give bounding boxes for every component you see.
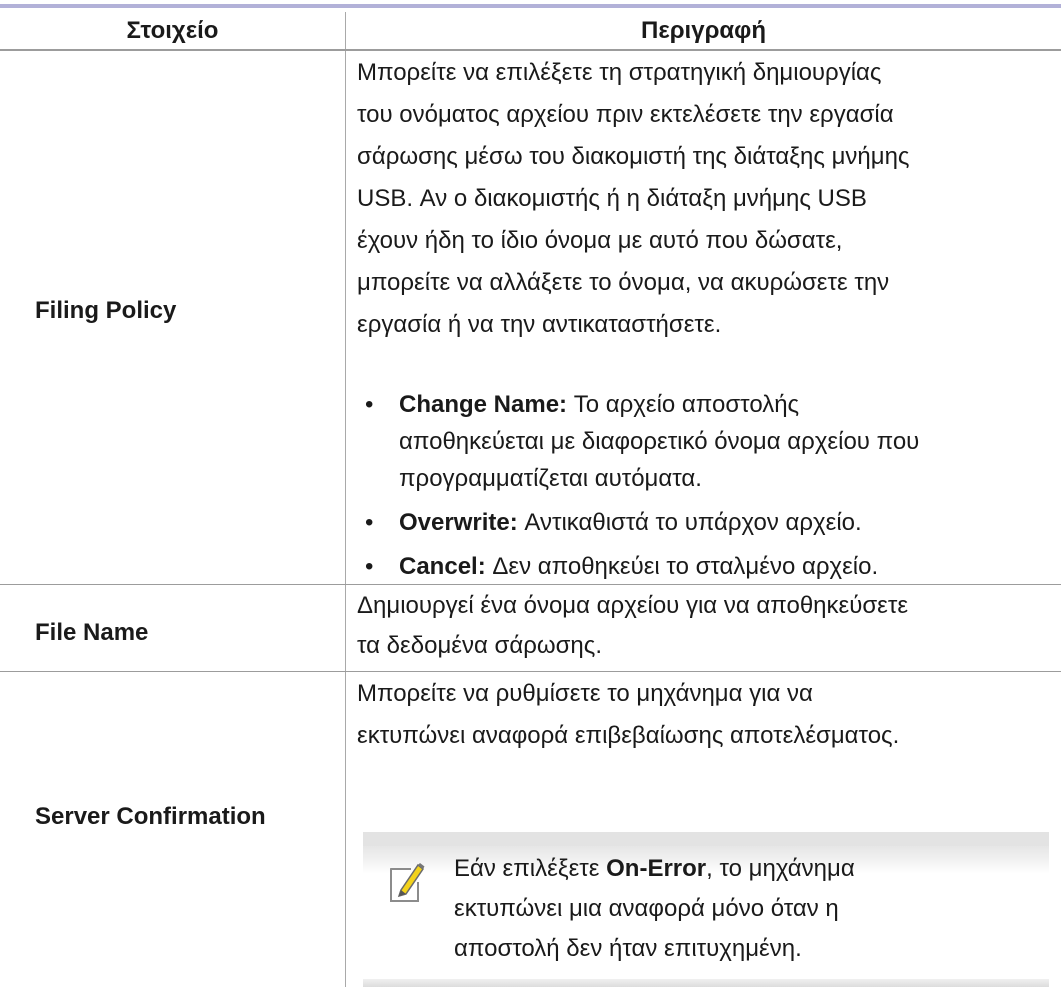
row-filing-policy-description: Μπορείτε να επιλέξετε τη στρατηγική δημι…: [357, 59, 910, 338]
row-divider: [0, 584, 1061, 585]
row-divider: [0, 671, 1061, 672]
filing-policy-options: • Change Name: Το αρχείο αποστολής αποθη…: [357, 386, 1047, 592]
note-box-bottom-shade: [363, 979, 1049, 987]
list-item: • Change Name: Το αρχείο αποστολής αποθη…: [365, 391, 920, 492]
row-file-name-item: File Name: [35, 619, 149, 646]
note-box-top-shade: [363, 832, 1049, 846]
header-description: Περιγραφή: [640, 17, 766, 44]
note-pencil-icon: [390, 863, 425, 902]
header-rule: [0, 49, 1061, 51]
note-text: Εάν επιλέξετε On-Error, το μηχάνημα εκτυ…: [454, 855, 855, 962]
row-server-confirmation-description: Μπορείτε να ρυθμίσετε το μηχάνημα για να…: [357, 680, 900, 749]
column-divider: [345, 12, 346, 987]
list-item: • Cancel: Δεν αποθηκεύει το σταλμένο αρχ…: [365, 553, 879, 580]
header-item: Στοιχείο: [126, 17, 219, 44]
row-server-confirmation-item: Server Confirmation: [35, 803, 266, 830]
list-item: • Overwrite: Αντικαθιστά το υπάρχον αρχε…: [365, 509, 862, 536]
row-filing-policy-item: Filing Policy: [35, 297, 177, 324]
table-top-rule: [0, 4, 1061, 8]
row-file-name-description: Δημιουργεί ένα όνομα αρχείου για να αποθ…: [357, 592, 909, 659]
